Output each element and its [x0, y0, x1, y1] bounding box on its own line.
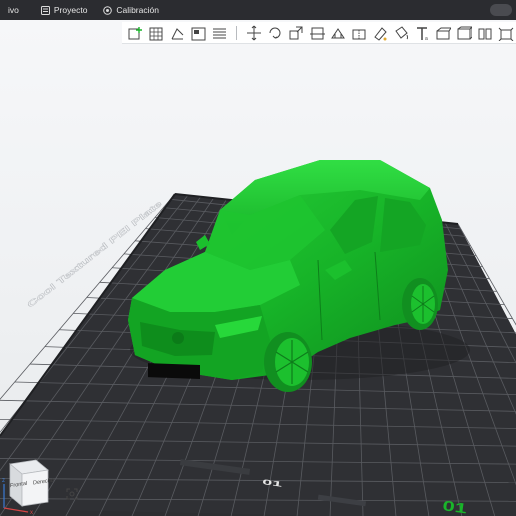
object-toolbar: a: [122, 22, 516, 44]
menu-item-project-label: Proyecto: [53, 5, 88, 15]
text-icon: a: [417, 26, 428, 41]
navigation-cube[interactable]: z x Frontal Derecho: [0, 448, 70, 516]
calibration-icon: [103, 5, 113, 15]
support-button[interactable]: [329, 24, 347, 42]
plate-number: 01: [442, 497, 468, 516]
rotate-icon: [269, 27, 281, 38]
toolbar-separator: [236, 25, 237, 40]
cut-icon: [310, 27, 325, 39]
menu-item-project[interactable]: Proyecto: [33, 0, 96, 20]
fill-icon: [395, 25, 408, 39]
orient-button[interactable]: [168, 24, 186, 42]
measure-icon: [436, 27, 451, 39]
assembly-icon: [457, 26, 472, 39]
layout-icon: [191, 27, 206, 40]
move-icon: [247, 25, 261, 40]
menu-item-file-label: ivo: [8, 5, 19, 15]
seam-button[interactable]: [350, 24, 368, 42]
3d-viewport[interactable]: Cool Textured PEI Plate 01 01 a z x Fron…: [0, 20, 516, 516]
paint-icon: [374, 26, 387, 41]
explode-button[interactable]: [497, 24, 515, 42]
scale-icon: [289, 26, 303, 39]
scale-button[interactable]: [287, 24, 305, 42]
add-object-button[interactable]: [126, 24, 144, 42]
add-object-icon: [128, 26, 142, 39]
list-button[interactable]: [210, 24, 228, 42]
svg-text:a: a: [425, 36, 428, 41]
fit-view-button[interactable]: [64, 486, 80, 502]
cut-button[interactable]: [308, 24, 326, 42]
window-control-button[interactable]: [490, 4, 512, 16]
explode-icon: [498, 27, 514, 41]
fit-view-icon: [66, 488, 78, 500]
menu-bar: ivo Proyecto Calibración: [0, 0, 516, 20]
svg-text:z: z: [2, 478, 5, 484]
support-icon: [331, 27, 345, 38]
menu-item-calibration-label: Calibración: [116, 5, 159, 15]
seam-icon: [352, 29, 366, 39]
split-button[interactable]: [476, 24, 494, 42]
text-button[interactable]: a: [413, 24, 431, 42]
move-button[interactable]: [245, 24, 263, 42]
scene-canvas[interactable]: Cool Textured PEI Plate 01 01: [0, 20, 516, 516]
paint-button[interactable]: [371, 24, 389, 42]
rotate-button[interactable]: [266, 24, 284, 42]
split-icon: [478, 28, 492, 39]
measure-button[interactable]: [434, 24, 452, 42]
menu-item-file[interactable]: ivo: [0, 0, 27, 20]
layout-button[interactable]: [189, 24, 207, 42]
arrange-grid-button[interactable]: [147, 24, 165, 42]
svg-text:x: x: [30, 510, 33, 516]
fill-button[interactable]: [392, 24, 410, 42]
assembly-button[interactable]: [455, 24, 473, 42]
arrange-grid-icon: [149, 27, 163, 40]
list-icon: [213, 28, 226, 38]
menu-item-calibration[interactable]: Calibración: [95, 0, 167, 20]
project-icon: [40, 5, 50, 15]
orient-icon: [171, 27, 184, 39]
